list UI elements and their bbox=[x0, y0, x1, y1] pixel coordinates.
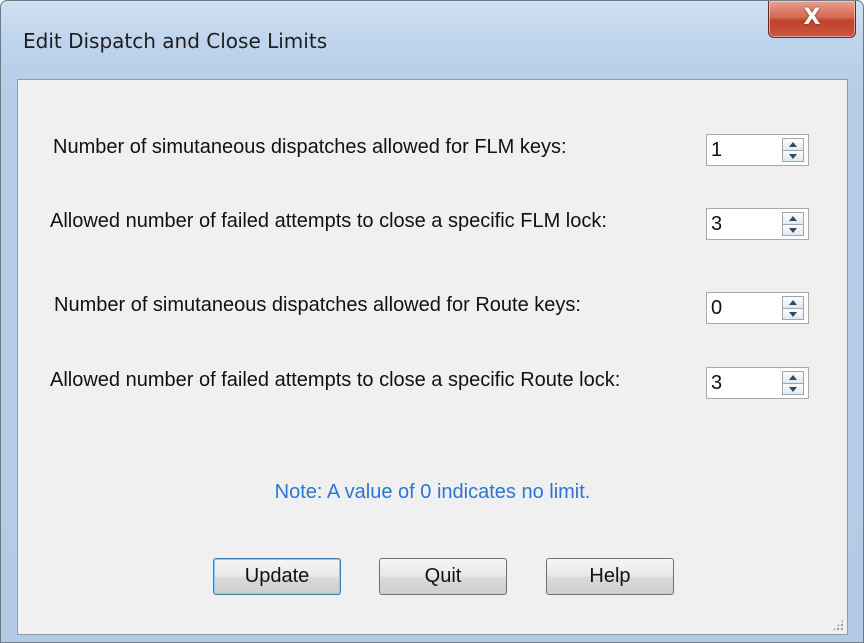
route-dispatch-label: Number of simutaneous dispatches allowed… bbox=[54, 294, 581, 316]
dialog-content: Number of simutaneous dispatches allowed… bbox=[17, 79, 848, 635]
route-close-attempts-label: Allowed number of failed attempts to clo… bbox=[50, 369, 621, 391]
spin-up-arrow-icon[interactable] bbox=[782, 212, 804, 225]
close-button[interactable]: X bbox=[768, 1, 856, 38]
spin-down-arrow-icon[interactable] bbox=[782, 224, 804, 236]
route-close-attempts-value[interactable]: 3 bbox=[711, 372, 722, 395]
flm-close-attempts-stepper[interactable]: 3 bbox=[706, 208, 809, 240]
resize-grip-icon[interactable] bbox=[832, 619, 844, 631]
route-dispatch-value[interactable]: 0 bbox=[711, 297, 722, 320]
close-icon: X bbox=[803, 5, 821, 30]
spin-down-arrow-icon[interactable] bbox=[782, 383, 804, 395]
limit-note: Note: A value of 0 indicates no limit. bbox=[274, 481, 591, 503]
spin-down-arrow-icon[interactable] bbox=[782, 150, 804, 162]
spin-up-arrow-icon[interactable] bbox=[782, 371, 804, 384]
window-title: Edit Dispatch and Close Limits bbox=[23, 29, 328, 53]
spin-down-arrow-icon[interactable] bbox=[782, 308, 804, 320]
quit-button[interactable]: Quit bbox=[379, 558, 507, 595]
flm-close-attempts-label: Allowed number of failed attempts to clo… bbox=[50, 210, 607, 232]
spin-up-arrow-icon[interactable] bbox=[782, 138, 804, 151]
route-dispatch-stepper[interactable]: 0 bbox=[706, 292, 809, 324]
flm-dispatch-label: Number of simutaneous dispatches allowed… bbox=[53, 136, 567, 158]
route-close-attempts-stepper[interactable]: 3 bbox=[706, 367, 809, 399]
title-bar[interactable]: Edit Dispatch and Close Limits X bbox=[1, 1, 863, 79]
flm-dispatch-stepper[interactable]: 1 bbox=[706, 134, 809, 166]
flm-dispatch-value[interactable]: 1 bbox=[711, 139, 722, 162]
flm-close-attempts-value[interactable]: 3 bbox=[711, 213, 722, 236]
spin-up-arrow-icon[interactable] bbox=[782, 296, 804, 309]
update-button[interactable]: Update bbox=[213, 558, 341, 595]
help-button[interactable]: Help bbox=[546, 558, 674, 595]
dialog-window: Edit Dispatch and Close Limits X Number … bbox=[0, 0, 864, 643]
